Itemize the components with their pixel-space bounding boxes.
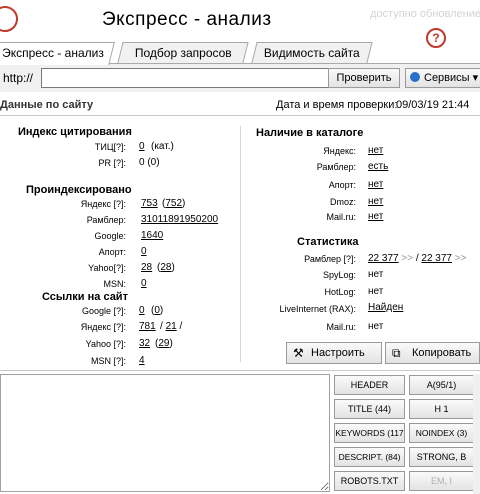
copy-button[interactable]: ⧉ Копировать (385, 342, 480, 364)
services-dropdown[interactable]: Сервисы ▾ (405, 68, 480, 88)
check-time-value: 09/03/19 21:44 (396, 99, 470, 111)
services-label: Сервисы ▾ (424, 72, 479, 84)
stats-liveinternet-value[interactable]: Найден (368, 302, 403, 313)
indexed-yandex-label: Яндекс [?]: (80, 199, 126, 209)
robots-txt-button[interactable]: ROBOTS.TXT (334, 471, 405, 491)
catalog-heading: Наличие в каталоге (256, 127, 364, 139)
stats-hotlog-value: нет (368, 286, 384, 297)
indexed-rambler-label: Рамблер: (86, 215, 126, 225)
links-yahoo-value[interactable]: 32 (139, 338, 150, 349)
catalog-yandex-value[interactable]: нет (368, 145, 383, 156)
rambler-arrow-1[interactable]: >> (401, 253, 413, 264)
links-yandex-label: Яндекс [?]: (80, 322, 126, 332)
links-yandex-value[interactable]: 781 (139, 321, 156, 332)
noindex-button[interactable]: NOINDEX (3) (409, 423, 474, 443)
copy-label: Копировать (412, 347, 472, 359)
indexed-msn-label: MSN: (103, 279, 127, 289)
indexed-yandex-value[interactable]: 753 (141, 198, 158, 209)
links-msn-value[interactable]: 4 (139, 355, 145, 366)
stats-mailru-label: Mail.ru: (326, 322, 356, 332)
tic-label: ТИЦ[?]: (94, 142, 126, 152)
links-google-value[interactable]: 0 (139, 305, 145, 316)
links-yandex-extra[interactable]: 21 (166, 321, 177, 332)
indexed-heading: Проиндексировано (26, 184, 132, 196)
tic-suffix: (кат.) (151, 141, 174, 152)
links-yahoo-label: Yahoo [?]: (85, 339, 126, 349)
catalog-mailru-label: Mail.ru: (326, 212, 356, 222)
catalog-rambler-label: Рамблер: (316, 162, 356, 172)
h1-button[interactable]: H 1 (409, 399, 474, 419)
stats-liveinternet-label: LiveInternet (RAX): (279, 304, 356, 314)
update-available-link[interactable]: доступно обновление (370, 8, 480, 20)
tic-value-link[interactable]: 0 (139, 141, 145, 152)
links-google-label: Google [?]: (81, 306, 126, 316)
keywords-button[interactable]: KEYWORDS (117 (334, 423, 405, 443)
column-divider (240, 126, 241, 362)
stats-rambler-value: 22 377 >> / 22 377 >> (368, 253, 466, 264)
tab-label: Экспресс - анализ (2, 46, 104, 60)
links-msn-label: MSN [?]: (90, 356, 126, 366)
rambler-separator: / (415, 253, 419, 264)
catalog-aport-value[interactable]: нет (368, 179, 383, 190)
scrollbar-edge[interactable] (473, 374, 480, 494)
indexed-aport-label: Апорт: (98, 247, 126, 257)
header-button[interactable]: HEADER (334, 375, 405, 395)
catalog-mailru-value[interactable]: нет (368, 211, 383, 222)
tab-query-selection[interactable]: Подбор запросов (117, 42, 249, 63)
check-button[interactable]: Проверить (328, 68, 400, 88)
citation-index-heading: Индекс цитирования (18, 126, 132, 138)
indexed-msn-value[interactable]: 0 (141, 278, 147, 289)
section-title: Данные по сайту (0, 99, 94, 111)
rambler-arrow-2[interactable]: >> (455, 253, 467, 264)
tab-label: Видимость сайта (263, 46, 360, 60)
indexed-yahoo-value[interactable]: 28 (141, 262, 152, 273)
setup-button[interactable]: ⚒ Настроить (286, 342, 382, 364)
catalog-rambler-value[interactable]: есть (368, 161, 388, 172)
backlinks-heading: Ссылки на сайт (42, 291, 128, 303)
stats-spylog-value: нет (368, 269, 384, 280)
tab-label: Подбор запросов (134, 46, 232, 60)
app-title: Экспресс - анализ (102, 9, 272, 30)
indexed-yahoo-label: Yahoo[?]: (88, 263, 126, 273)
rambler-value-1-link[interactable]: 22 377 (368, 253, 399, 264)
stats-spylog-label: SpyLog: (322, 270, 356, 280)
links-yahoo-extra[interactable]: 29 (158, 338, 169, 349)
stats-hotlog-label: HotLog: (324, 287, 356, 297)
stats-rambler-label: Рамблер [?]: (304, 254, 356, 264)
em-button[interactable]: EM, I (409, 471, 474, 491)
pr-value: 0 (0) (139, 157, 160, 168)
rambler-value-2-link[interactable]: 22 377 (421, 253, 452, 264)
statistics-heading: Статистика (297, 236, 359, 248)
indexed-yahoo-extra[interactable]: 28 (160, 262, 171, 273)
help-icon[interactable]: ? (426, 28, 446, 48)
copy-icon: ⧉ (392, 346, 401, 360)
description-button[interactable]: DESCRIPT. (84) (334, 447, 405, 467)
a-tags-button[interactable]: A(95/1) (409, 375, 474, 395)
catalog-yandex-label: Яндекс: (323, 146, 356, 156)
indexed-yandex-extra[interactable]: 752 (165, 198, 182, 209)
title-button[interactable]: TITLE (44) (334, 399, 405, 419)
url-prefix-label: http:// (3, 71, 34, 85)
indexed-aport-value[interactable]: 0 (141, 246, 147, 257)
pr-label: PR [?]: (98, 158, 126, 168)
indexed-google-value[interactable]: 1640 (141, 230, 163, 241)
check-time-label: Дата и время проверки: (276, 99, 398, 111)
catalog-dmoz-label: Dmoz: (329, 197, 356, 207)
links-google-extra[interactable]: 0 (154, 305, 160, 316)
tab-express-analysis[interactable]: Экспресс - анализ (0, 42, 115, 65)
indexed-google-label: Google: (94, 231, 126, 241)
catalog-aport-label: Апорт: (328, 180, 356, 190)
tools-icon: ⚒ (293, 346, 304, 360)
url-input[interactable] (41, 68, 330, 88)
strong-button[interactable]: STRONG, B (409, 447, 474, 467)
tag-content-textarea[interactable] (0, 374, 330, 492)
catalog-dmoz-value[interactable]: нет (368, 196, 383, 207)
indexed-rambler-value[interactable]: 31011891950200 (141, 214, 218, 225)
setup-label: Настроить (311, 347, 365, 359)
tab-site-visibility[interactable]: Видимость сайта (251, 42, 373, 63)
globe-icon (410, 72, 420, 82)
stats-mailru-value: нет (368, 321, 384, 332)
